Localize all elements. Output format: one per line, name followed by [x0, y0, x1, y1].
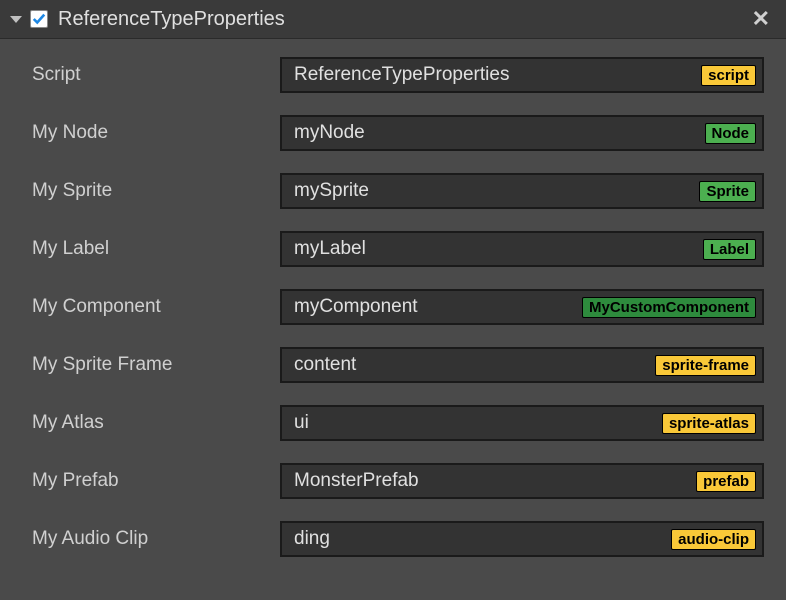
collapse-caret-icon[interactable] — [10, 16, 22, 23]
property-label: My Prefab — [32, 470, 280, 492]
type-badge: prefab — [696, 471, 756, 492]
property-label: Script — [32, 64, 280, 86]
component-panel: ReferenceTypeProperties ✕ Script Referen… — [0, 0, 786, 600]
property-label: My Label — [32, 238, 280, 260]
property-field-my-sprite-frame[interactable]: content sprite-frame — [280, 347, 764, 383]
property-value: MonsterPrefab — [294, 470, 696, 492]
property-field-my-atlas[interactable]: ui sprite-atlas — [280, 405, 764, 441]
property-label: My Sprite Frame — [32, 354, 280, 376]
close-icon[interactable]: ✕ — [746, 6, 776, 32]
property-value: content — [294, 354, 655, 376]
property-row: My Atlas ui sprite-atlas — [32, 405, 764, 441]
property-value: ui — [294, 412, 662, 434]
type-badge: sprite-atlas — [662, 413, 756, 434]
property-value: myLabel — [294, 238, 703, 260]
property-row: My Sprite mySprite Sprite — [32, 173, 764, 209]
property-row: My Component myComponent MyCustomCompone… — [32, 289, 764, 325]
property-value: ReferenceTypeProperties — [294, 64, 701, 86]
component-title: ReferenceTypeProperties — [58, 8, 746, 31]
component-header: ReferenceTypeProperties ✕ — [0, 0, 786, 39]
property-field-script[interactable]: ReferenceTypeProperties script — [280, 57, 764, 93]
checkmark-icon — [32, 12, 46, 26]
property-label: My Node — [32, 122, 280, 144]
property-field-my-prefab[interactable]: MonsterPrefab prefab — [280, 463, 764, 499]
property-value: myNode — [294, 122, 705, 144]
property-label: My Atlas — [32, 412, 280, 434]
property-field-my-sprite[interactable]: mySprite Sprite — [280, 173, 764, 209]
type-badge: Sprite — [699, 181, 756, 202]
property-field-my-label[interactable]: myLabel Label — [280, 231, 764, 267]
property-row: My Prefab MonsterPrefab prefab — [32, 463, 764, 499]
property-list: Script ReferenceTypeProperties script My… — [0, 39, 786, 597]
property-label: My Sprite — [32, 180, 280, 202]
property-row: My Node myNode Node — [32, 115, 764, 151]
property-row: My Sprite Frame content sprite-frame — [32, 347, 764, 383]
type-badge: MyCustomComponent — [582, 297, 756, 318]
type-badge: script — [701, 65, 756, 86]
property-row: Script ReferenceTypeProperties script — [32, 57, 764, 93]
property-row: My Audio Clip ding audio-clip — [32, 521, 764, 557]
property-field-my-component[interactable]: myComponent MyCustomComponent — [280, 289, 764, 325]
property-field-my-audio-clip[interactable]: ding audio-clip — [280, 521, 764, 557]
type-badge: Label — [703, 239, 756, 260]
property-row: My Label myLabel Label — [32, 231, 764, 267]
type-badge: Node — [705, 123, 757, 144]
property-value: myComponent — [294, 296, 582, 318]
type-badge: audio-clip — [671, 529, 756, 550]
property-label: My Component — [32, 296, 280, 318]
enabled-checkbox[interactable] — [30, 10, 48, 28]
property-label: My Audio Clip — [32, 528, 280, 550]
type-badge: sprite-frame — [655, 355, 756, 376]
property-value: ding — [294, 528, 671, 550]
property-field-my-node[interactable]: myNode Node — [280, 115, 764, 151]
property-value: mySprite — [294, 180, 699, 202]
